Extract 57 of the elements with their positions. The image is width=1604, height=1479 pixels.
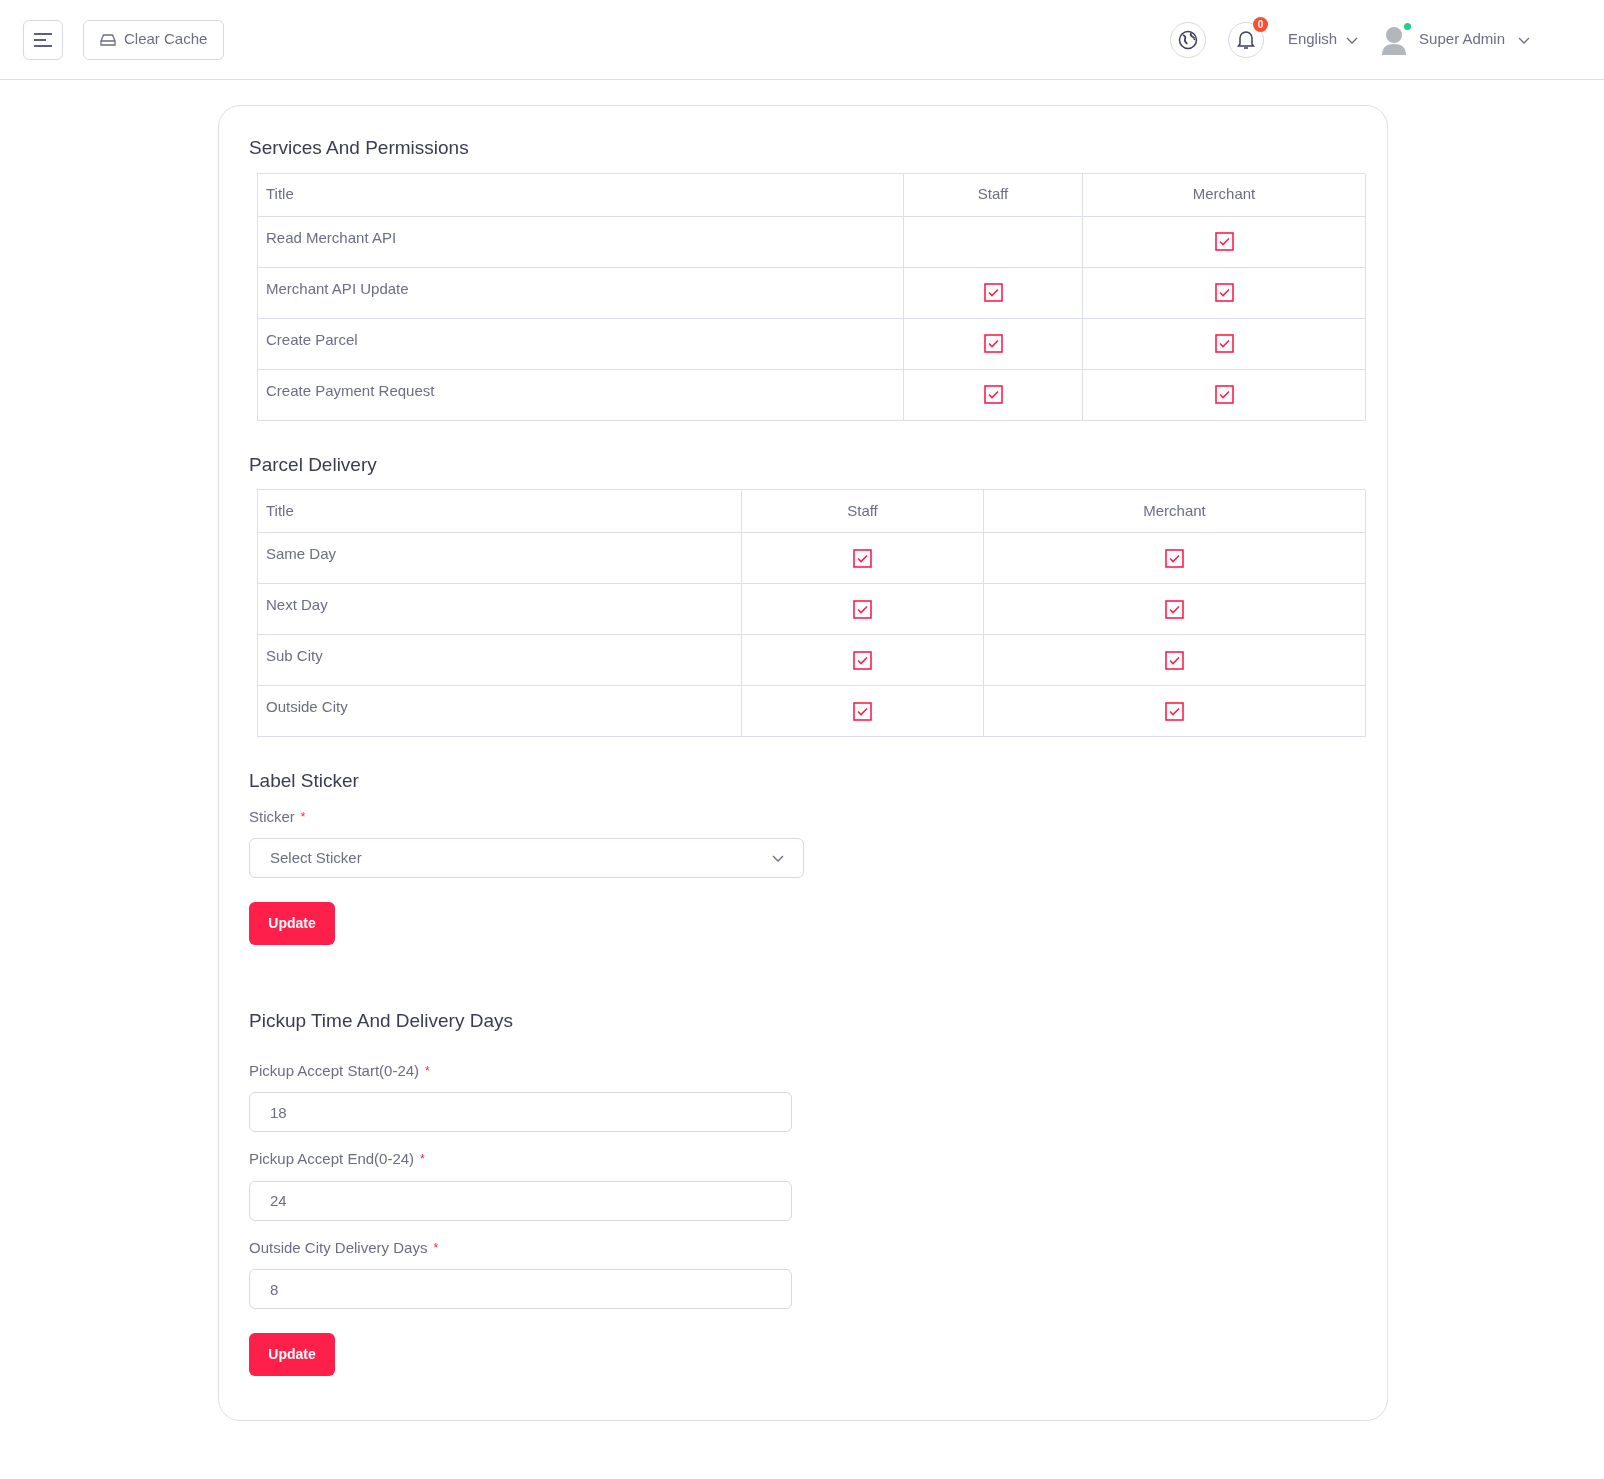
checkbox[interactable] [983,385,1003,404]
field-label: Outside City Delivery Days [249,1237,428,1258]
drive-icon [100,33,116,46]
checkbox[interactable] [983,334,1003,353]
column-header: Title [258,173,904,217]
section-title: Parcel Delivery [249,452,378,477]
section-title: Services And Permissions [249,136,470,160]
column-header: Staff [742,490,984,533]
checkbox[interactable] [1214,283,1234,302]
checkbox[interactable] [1165,701,1184,721]
table-cell: Outside City [258,686,742,737]
field-label: Sticker [249,806,295,827]
required-mark: * [425,1062,430,1080]
update-button[interactable]: Update [249,902,335,945]
input-field[interactable]: 24 [249,1180,792,1221]
column-header: Merchant [984,490,1366,533]
bell-icon [1236,29,1255,50]
checkbox[interactable] [1214,385,1234,404]
required-mark: * [433,1239,439,1257]
checkbox[interactable] [853,701,872,721]
avatar-icon [1381,24,1408,55]
table-cell: Same Day [258,533,742,584]
language-dropdown[interactable]: English [1287,28,1360,51]
clear-cache-button[interactable]: Clear Cache [83,19,225,60]
checkbox[interactable] [853,599,872,619]
table-cell: Read Merchant API [258,216,904,268]
checkbox[interactable] [853,650,872,670]
notification-badge: 0 [1252,16,1268,32]
table-cell: Next Day [258,584,742,635]
column-header: Title [258,490,742,533]
user-menu[interactable]: Super Admin [1381,24,1531,55]
table-cell: Sub City [258,635,742,686]
table-cell: Merchant API Update [258,267,904,319]
update-button[interactable]: Update [249,1333,335,1376]
checkbox[interactable] [853,548,872,568]
table-cell: Create Parcel [258,318,904,370]
checkbox[interactable] [1165,650,1184,670]
required-mark: * [420,1151,425,1169]
checkbox[interactable] [1214,232,1234,251]
column-header: Merchant [1083,173,1366,217]
globe-icon [1177,29,1198,50]
checkbox[interactable] [983,283,1003,302]
sticker-select[interactable]: Select Sticker [249,838,804,878]
table-cell: Create Payment Request [258,369,904,421]
checkbox[interactable] [1165,548,1184,568]
column-header: Staff [904,173,1083,217]
menu-icon [33,31,53,48]
required-mark: * [300,808,306,826]
section-title: Label Sticker [249,769,360,793]
checkbox[interactable] [1165,599,1184,619]
checkbox[interactable] [1214,334,1234,353]
field-label: Pickup Accept End(0-24) [249,1149,415,1169]
field-label: Pickup Accept Start(0-24) [249,1060,420,1081]
menu-button[interactable] [23,19,63,60]
input-field[interactable]: 18 [249,1092,792,1132]
input-field[interactable]: 8 [249,1269,792,1309]
section-title: Pickup Time And Delivery Days [249,1009,514,1033]
